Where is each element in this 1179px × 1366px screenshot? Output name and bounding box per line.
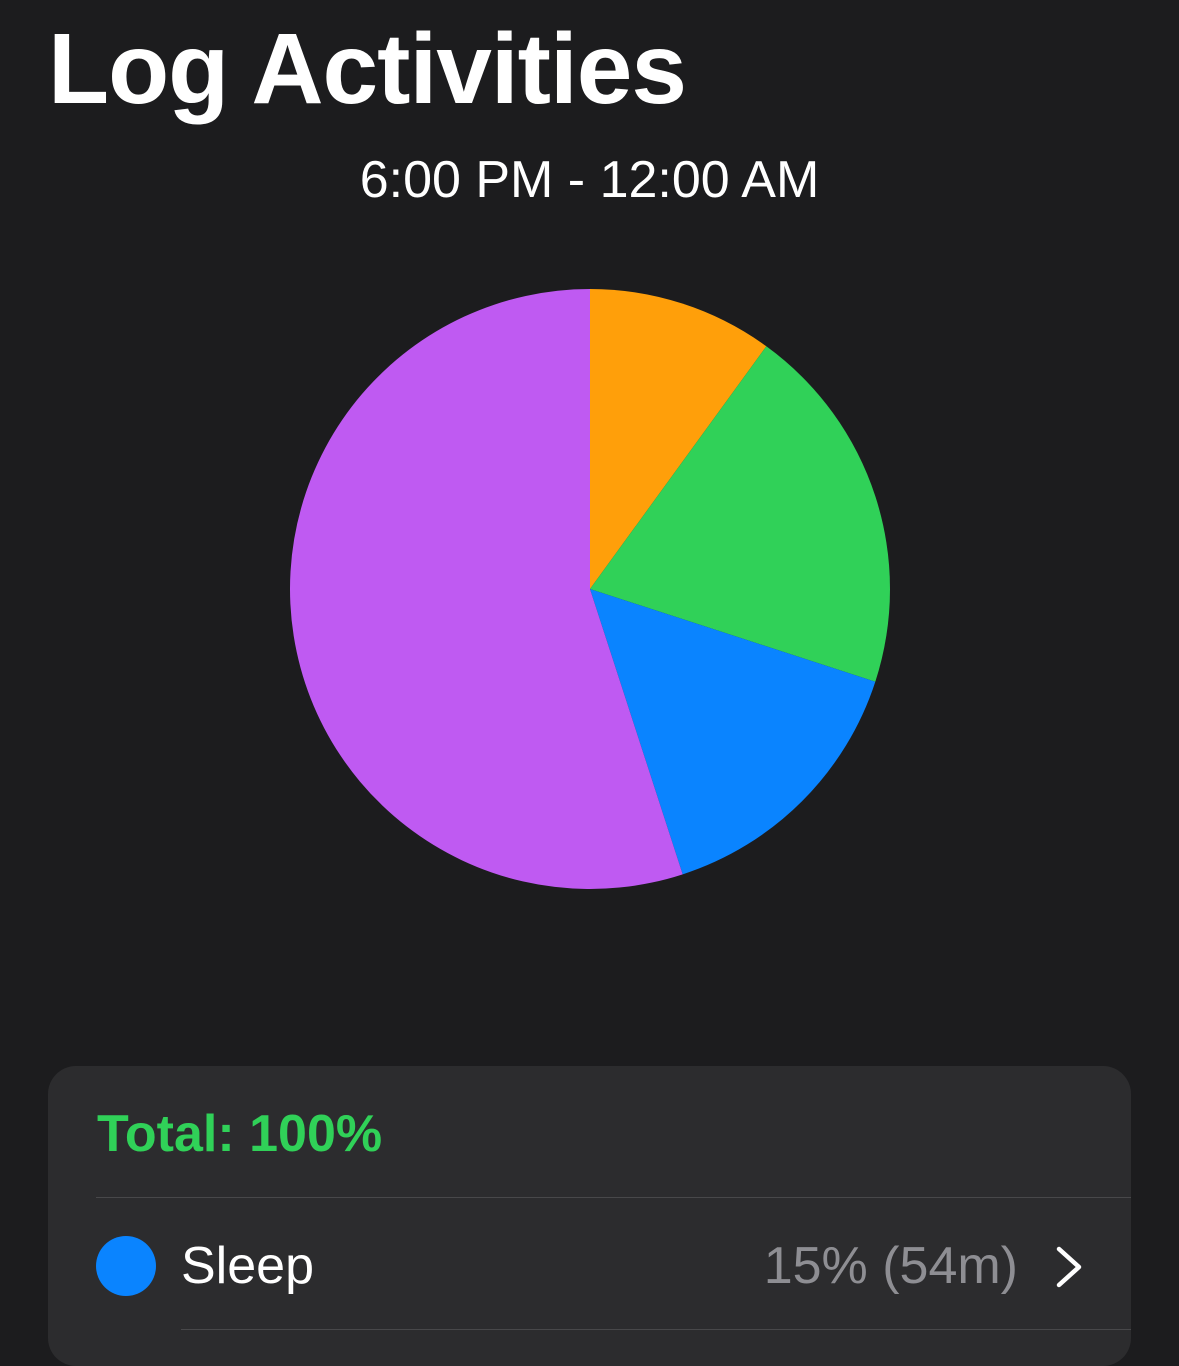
total-label: Total: 100% [97,1105,383,1163]
activity-color-dot [96,1236,156,1296]
activity-value: 15% (54m) [763,1237,1018,1295]
page-title: Log Activities [48,13,687,125]
chevron-right-icon [1056,1246,1082,1288]
activity-row-sleep[interactable]: Sleep 15% (54m) [48,1198,1131,1330]
time-range-label: 6:00 PM - 12:00 AM [359,151,820,209]
activity-pie-chart [290,289,890,889]
activity-name: Sleep [181,1237,314,1295]
activities-card: Total: 100% Sleep 15% (54m) [48,1066,1131,1366]
row-divider [181,1329,1131,1330]
